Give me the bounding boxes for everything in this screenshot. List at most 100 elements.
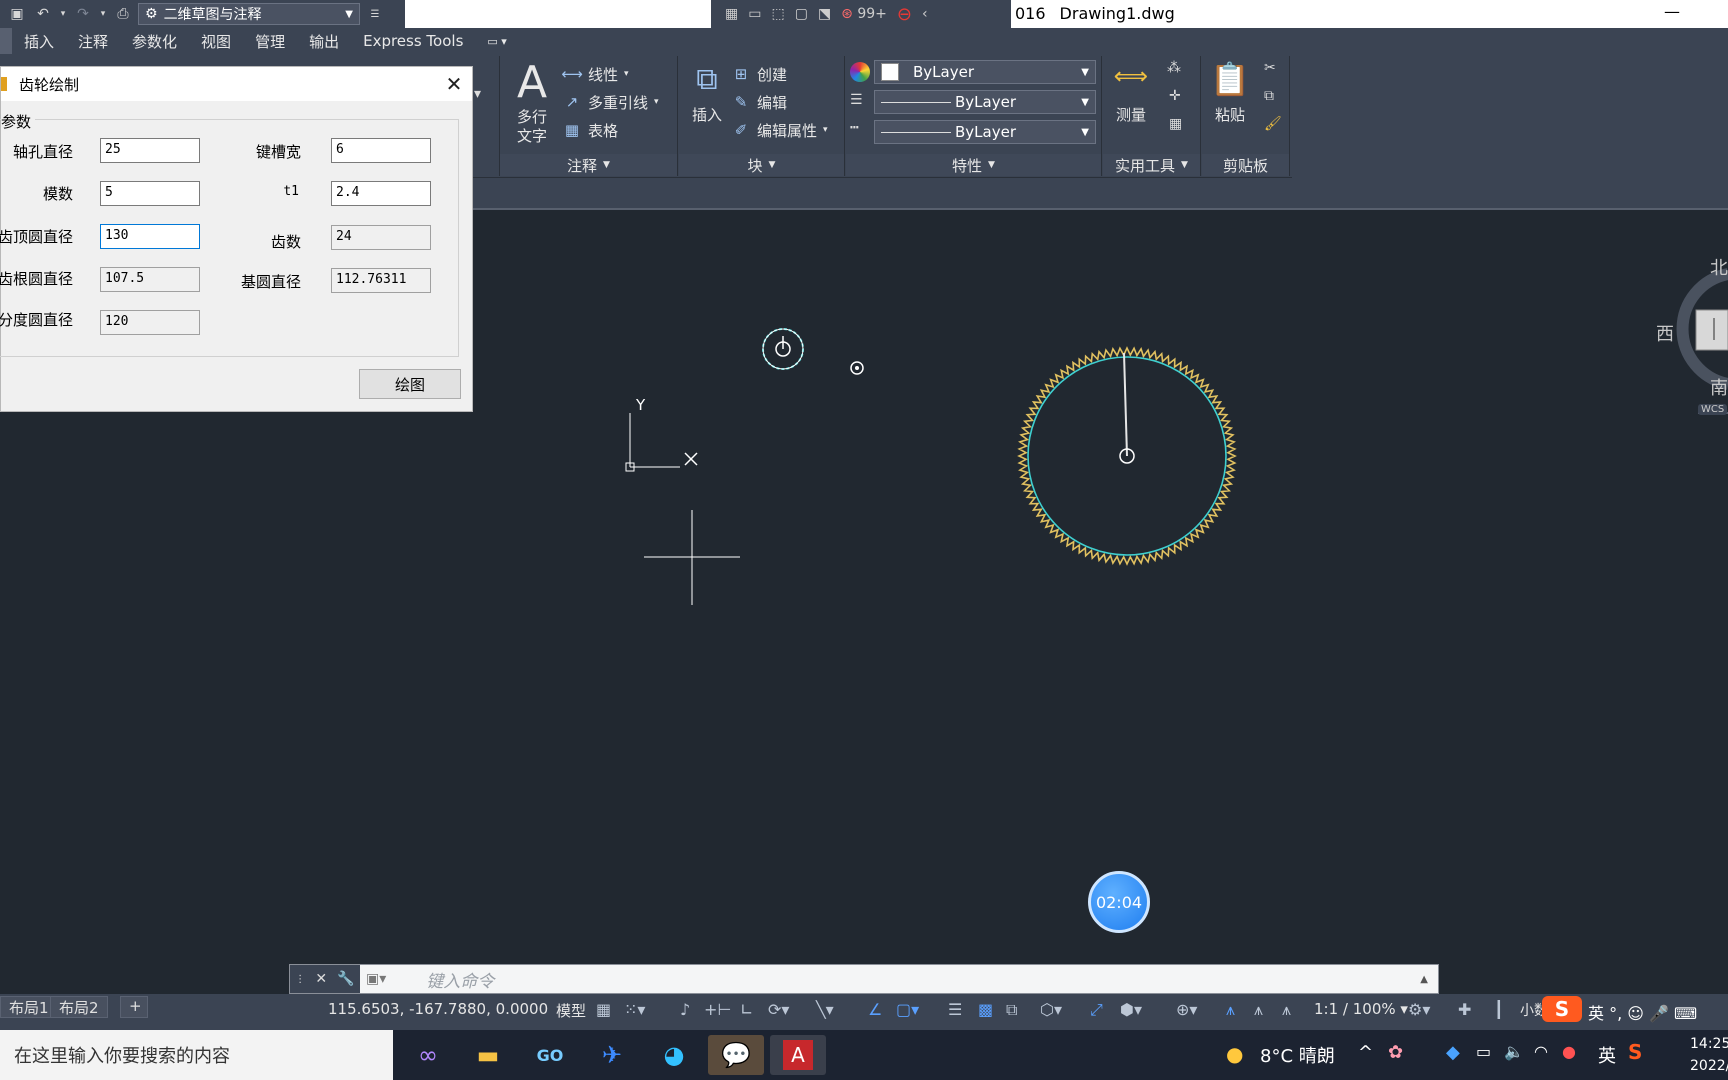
volume-icon[interactable]: 🔈: [1504, 1042, 1524, 1061]
ortho-icon[interactable]: ∟: [740, 1000, 753, 1019]
save-icon[interactable]: ▣: [6, 3, 28, 25]
battery-icon[interactable]: ▭: [1476, 1042, 1491, 1061]
paste-button[interactable]: 粘贴: [1208, 106, 1252, 125]
dynamic-input-icon[interactable]: +⊢: [704, 1000, 731, 1019]
teeth-count-input[interactable]: 24: [331, 225, 431, 250]
workspace-dropdown[interactable]: ⚙ 二维草图与注释 ▼: [138, 3, 360, 25]
select-icon[interactable]: ⬚: [771, 6, 784, 22]
linetype-dropdown[interactable]: ByLayer ▼: [874, 90, 1096, 114]
insert-block-button[interactable]: 插入: [683, 106, 731, 125]
edit-block-button[interactable]: ✎ 编辑: [731, 88, 828, 116]
tray-shield-icon[interactable]: ◆: [1446, 1042, 1460, 1063]
edge-icon[interactable]: ◕: [646, 1035, 702, 1075]
window-icon[interactable]: ⬔: [818, 6, 831, 22]
infer-icon[interactable]: ♪: [680, 1000, 690, 1019]
taskbar-search-input[interactable]: 在这里输入你要搜索的内容: [0, 1030, 393, 1080]
grid-icon[interactable]: ▦: [596, 1000, 611, 1019]
wifi-icon[interactable]: ◠: [1534, 1042, 1548, 1061]
viewcube-south[interactable]: 南: [1710, 374, 1728, 400]
gear-entity[interactable]: [1017, 346, 1237, 566]
utilities-group-label[interactable]: 实用工具 ▼: [1103, 154, 1200, 176]
insert-block-icon[interactable]: ⧉: [687, 62, 727, 98]
dropdown-arrow-icon[interactable]: ▾: [474, 86, 481, 102]
lineweight-icon[interactable]: ☰: [850, 92, 863, 108]
workspace-switch-icon[interactable]: ⚙▾: [1408, 1000, 1430, 1019]
notification-badge[interactable]: ⊛ 99+: [841, 6, 887, 22]
close-icon[interactable]: ✕: [441, 71, 467, 97]
clock[interactable]: 14:25 2022/: [1690, 1033, 1728, 1077]
selection-cycling-icon[interactable]: ⧉: [1006, 1000, 1017, 1020]
weather-widget[interactable]: 8°C 晴朗: [1260, 1042, 1335, 1068]
sogou-tray-icon[interactable]: S: [1628, 1040, 1642, 1064]
polar-icon[interactable]: ⟳▾: [768, 1000, 789, 1019]
annotation-monitor-icon[interactable]: ✚: [1458, 1000, 1471, 1019]
color-dropdown[interactable]: ByLayer ▼: [874, 60, 1096, 84]
multileader-button[interactable]: ↗ 多重引线 ▾: [562, 88, 659, 116]
tab-annotate[interactable]: 注释: [66, 28, 120, 54]
point-icon[interactable]: ✛: [1169, 88, 1181, 104]
file-explorer-icon[interactable]: ▬: [460, 1035, 516, 1075]
bore-diameter-input[interactable]: 25: [100, 138, 200, 163]
quick-select-icon[interactable]: ⁂: [1167, 60, 1181, 76]
snap-icon[interactable]: ⁙▾: [624, 1000, 645, 1019]
osnap-icon[interactable]: ▢▾: [896, 1000, 919, 1019]
redo-dropdown-icon[interactable]: ▾: [98, 3, 108, 25]
chevron-up-icon[interactable]: ^: [1358, 1042, 1373, 1063]
lineweight-toggle-icon[interactable]: ☰: [948, 1000, 962, 1019]
dialog-title-bar[interactable]: 齿轮绘制: [1, 67, 472, 101]
camera-icon[interactable]: ▭: [748, 6, 761, 22]
transparency-icon[interactable]: ▩: [978, 1000, 993, 1019]
selection-filter-icon[interactable]: ⬢▾: [1120, 1000, 1142, 1019]
edit-attribute-button[interactable]: ✐ 编辑属性 ▾: [731, 116, 828, 144]
tab-manage[interactable]: 管理: [243, 28, 297, 54]
lineweight-dropdown[interactable]: ByLayer ▼: [874, 120, 1096, 144]
ribbon-toggle-icon[interactable]: ▭ ▾: [475, 28, 518, 54]
command-prompt-icon[interactable]: ▣▾: [366, 971, 386, 987]
input-language[interactable]: 英: [1598, 1042, 1616, 1068]
layout-tab-1[interactable]: 布局1: [0, 996, 58, 1018]
point-marker[interactable]: [850, 361, 864, 375]
qat-customize-icon[interactable]: ☰: [364, 3, 386, 25]
minimize-button[interactable]: —: [1664, 2, 1680, 21]
command-input[interactable]: 键入命令: [426, 967, 494, 992]
keyway-width-input[interactable]: 6: [331, 138, 431, 163]
table-button[interactable]: ▦ 表格: [562, 116, 659, 144]
gizmo-icon[interactable]: ⊕▾: [1176, 1000, 1197, 1019]
viewcube-west[interactable]: 西: [1656, 320, 1674, 346]
dynamic-ucs-icon[interactable]: ⤢: [1090, 1000, 1103, 1020]
tab-parametric[interactable]: 参数化: [120, 28, 189, 54]
stop-icon[interactable]: ⊖: [897, 4, 912, 25]
wechat-icon[interactable]: 💬: [708, 1035, 764, 1075]
undo-icon[interactable]: ↶: [32, 3, 54, 25]
3d-osnap-icon[interactable]: ⬡▾: [1040, 1000, 1062, 1019]
layout-tab-2[interactable]: 布局2: [50, 996, 108, 1018]
annotation-scale-dropdown[interactable]: 1:1 / 100% ▾: [1314, 1000, 1408, 1018]
measure-button[interactable]: 测量: [1109, 106, 1153, 125]
tray-red-icon[interactable]: ●: [1562, 1042, 1576, 1061]
viewcube-north[interactable]: 北: [1710, 254, 1728, 280]
viewport-icon[interactable]: ▦: [725, 6, 738, 22]
redo-icon[interactable]: ↷: [72, 3, 94, 25]
tab-express-tools[interactable]: Express Tools: [351, 28, 475, 54]
sogou-ime-icon[interactable]: S: [1542, 996, 1582, 1022]
undo-dropdown-icon[interactable]: ▾: [58, 3, 68, 25]
block-group-label[interactable]: 块 ▼: [679, 154, 844, 176]
mtext-icon[interactable]: A: [512, 58, 552, 108]
wcs-badge[interactable]: WCS: [1698, 404, 1728, 415]
visual-studio-icon[interactable]: ∞: [400, 1035, 456, 1075]
chevron-left-icon[interactable]: ‹: [922, 6, 928, 22]
cut-icon[interactable]: ✂: [1264, 60, 1276, 76]
tab-output[interactable]: 输出: [297, 28, 351, 54]
model-space-button[interactable]: 模型: [556, 1000, 586, 1021]
tray-app-icon[interactable]: ✿: [1388, 1042, 1403, 1063]
history-up-icon[interactable]: ▲: [1420, 974, 1428, 985]
module-input[interactable]: 5: [100, 181, 200, 206]
goland-icon[interactable]: GO: [522, 1035, 578, 1075]
color-wheel-icon[interactable]: [850, 62, 870, 82]
properties-group-label[interactable]: 特性 ▼: [846, 154, 1101, 176]
annotation-group-label[interactable]: 注释 ▼: [500, 154, 677, 176]
viewcube[interactable]: 北 西 南 WCS: [1656, 254, 1728, 415]
small-circle-entity[interactable]: [762, 328, 804, 370]
draw-button[interactable]: 绘图: [359, 369, 461, 399]
annotation-visibility-icon[interactable]: ⩚: [1226, 1000, 1235, 1020]
